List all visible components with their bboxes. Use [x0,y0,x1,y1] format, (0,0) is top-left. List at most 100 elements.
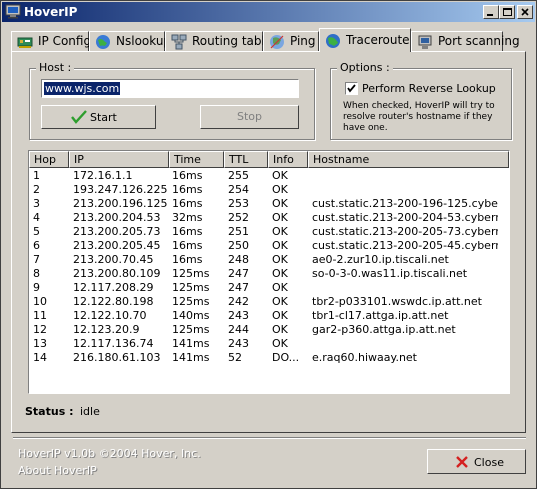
table-cell-time: 125ms [172,281,210,294]
table-cell-ip: 216.180.61.103 [73,351,161,364]
table-row[interactable]: 12 12.123.20.9 125ms 244 OK gar2-p360.attga.i… [29,323,509,337]
table-cell-ip: 213.200.80.109 [73,267,161,280]
column-ip[interactable]: IP [69,151,169,168]
column-hop[interactable]: Hop [29,151,69,168]
table-cell-info: OK [272,169,288,182]
ping-globe-icon [270,35,284,49]
table-row[interactable]: 7 213.200.70.45 16ms 248 OK ae0-2.zur10.ip.ti… [29,253,509,267]
table-cell-info: OK [272,267,288,280]
table-row[interactable]: 8 213.200.80.109 125ms 247 OK so-0-3-0.was11.… [29,267,509,281]
table-cell-ip: 12.123.20.9 [73,323,140,336]
table-cell-time: 140ms [172,309,210,322]
tab-port-scanning[interactable]: Port scanning [411,31,520,51]
table-cell-ttl: 247 [228,281,249,294]
table-cell-hop: 3 [33,197,40,210]
table-cell-hop: 2 [33,183,40,196]
title-bar[interactable]: HoverIP [2,2,535,22]
stop-button[interactable]: Stop [200,105,299,129]
column-hostname[interactable]: Hostname [308,151,509,168]
host-group-title: Host : [36,61,75,74]
table-row[interactable]: 1 172.16.1.1 16ms 255 OK [29,169,509,183]
table-row[interactable]: 14 216.180.61.103 141ms 52 DO... e.raq60.hiwa… [29,351,509,365]
table-cell-ttl: 253 [228,197,249,210]
reverse-lookup-label[interactable]: Perform Reverse Lookup [362,82,496,95]
reverse-lookup-checkbox[interactable] [345,82,358,95]
reverse-lookup-description: When checked, HoverIP will try to resolv… [343,101,495,133]
tab-label: Port scanning [438,34,520,48]
traceroute-results-table[interactable]: Hop IP Time TTL Info Hostname 1 172.16.1.… [28,150,510,394]
table-cell-ttl: 52 [228,351,242,364]
table-cell-time: 141ms [172,337,210,350]
table-cell-hop: 5 [33,225,40,238]
tab-label: IP Config [38,34,92,48]
about-link[interactable]: About HoverIP [18,464,97,477]
table-cell-time: 16ms [172,183,203,196]
table-cell-hostname: cust.static.213-200-196-125.cyber... [312,197,498,210]
status-value: idle [79,405,100,418]
checkmark-icon [71,110,87,124]
table-cell-hop: 6 [33,239,40,252]
table-row[interactable]: 9 12.117.208.29 125ms 247 OK [29,281,509,295]
network-icon [171,34,187,50]
footer-divider [13,437,526,439]
table-cell-ttl: 252 [228,211,249,224]
table-row[interactable]: 11 12.122.10.70 140ms 243 OK tbr1-cl17.attga.… [29,309,509,323]
tab-ip-config[interactable]: IP Config [11,31,92,51]
table-cell-ip: 172.16.1.1 [73,169,133,182]
table-row[interactable]: 3 213.200.196.125 16ms 253 OK cust.static.213… [29,197,509,211]
close-window-button[interactable] [517,5,533,19]
host-input[interactable]: www.wjs.com [41,79,299,98]
column-info[interactable]: Info [268,151,308,168]
table-cell-ip: 193.247.126.225 [73,183,168,196]
hoverip-window: HoverIP IP Config Nslookup Routing table… [0,0,537,489]
table-cell-info: DO... [272,351,300,364]
table-cell-info: OK [272,225,288,238]
table-cell-info: OK [272,337,288,350]
tab-routing-table[interactable]: Routing table [165,31,272,51]
table-cell-ttl: 244 [228,323,249,336]
table-cell-hostname: cust.static.213-200-205-45.cybern... [312,239,498,252]
table-cell-ttl: 248 [228,253,249,266]
tab-label: Traceroute [346,33,410,47]
table-cell-time: 16ms [172,225,203,238]
tab-traceroute[interactable]: Traceroute [319,28,411,52]
start-button[interactable]: Start [41,105,156,129]
maximize-button[interactable] [499,5,515,19]
table-cell-info: OK [272,197,288,210]
column-ttl[interactable]: TTL [224,151,268,168]
table-row[interactable]: 5 213.200.205.73 16ms 251 OK cust.static.213-… [29,225,509,239]
table-row[interactable]: 6 213.200.205.45 16ms 250 OK cust.static.213-… [29,239,509,253]
table-cell-ttl: 243 [228,337,249,350]
table-cell-ip: 213.200.196.125 [73,197,168,210]
tab-nslookup[interactable]: Nslookup [89,31,171,51]
table-row[interactable]: 10 12.122.80.198 125ms 242 OK tbr2-p033101.ws… [29,295,509,309]
table-row[interactable]: 2 193.247.126.225 16ms 254 OK [29,183,509,197]
minimize-icon [487,14,493,16]
column-time[interactable]: Time [169,151,224,168]
status-label: Status : [25,405,74,418]
table-cell-hop: 11 [33,309,47,322]
table-cell-ip: 213.200.205.45 [73,239,161,252]
table-cell-hop: 12 [33,323,47,336]
table-cell-hop: 8 [33,267,40,280]
minimize-button[interactable] [483,5,499,19]
table-cell-hostname: so-0-3-0.was11.ip.tiscali.net [312,267,468,280]
table-cell-time: 125ms [172,323,210,336]
table-cell-time: 125ms [172,267,210,280]
table-cell-ip: 12.122.10.70 [73,309,147,322]
table-cell-ip: 12.122.80.198 [73,295,154,308]
table-cell-ttl: 247 [228,267,249,280]
table-cell-hop: 1 [33,169,40,182]
table-cell-hop: 10 [33,295,47,308]
tab-ping[interactable]: Ping [263,31,319,51]
table-cell-info: OK [272,295,288,308]
table-row[interactable]: 13 12.117.136.74 141ms 243 OK [29,337,509,351]
table-cell-hop: 4 [33,211,40,224]
table-cell-info: OK [272,239,288,252]
table-row[interactable]: 4 213.200.204.53 32ms 252 OK cust.static.213-… [29,211,509,225]
table-cell-ttl: 251 [228,225,249,238]
table-cell-info: OK [272,323,288,336]
table-cell-time: 16ms [172,253,203,266]
close-button[interactable]: Close [427,449,526,474]
table-cell-hostname: cust.static.213-200-204-53.cybern... [312,211,498,224]
